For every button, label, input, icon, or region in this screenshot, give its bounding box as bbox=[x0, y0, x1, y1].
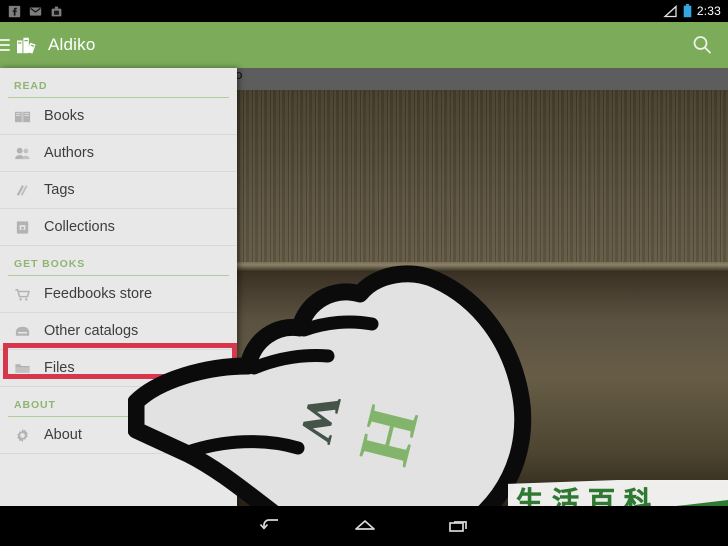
battery-icon bbox=[683, 4, 692, 18]
home-icon[interactable] bbox=[352, 515, 378, 537]
sidebar-item-label: About bbox=[44, 427, 82, 443]
sidebar-item-label: Tags bbox=[44, 182, 75, 198]
sidebar-item-collections[interactable]: Collections bbox=[0, 209, 237, 246]
briefcase-icon bbox=[51, 6, 62, 16]
sidebar-item-label: Files bbox=[44, 360, 75, 376]
sidebar-item-label: Books bbox=[44, 108, 85, 124]
section-divider bbox=[8, 97, 229, 98]
status-clock: 2:33 bbox=[696, 4, 721, 18]
gear-icon bbox=[17, 428, 28, 442]
sidebar-item-tags[interactable]: Tags bbox=[0, 172, 237, 209]
catalog-icon bbox=[15, 326, 30, 336]
back-icon[interactable] bbox=[258, 515, 284, 537]
status-bar: 2:33 bbox=[0, 0, 728, 22]
collections-icon bbox=[16, 220, 29, 234]
sidebar-item-books[interactable]: Books bbox=[0, 98, 237, 135]
signal-triangle-icon bbox=[663, 4, 677, 17]
status-system-icons: 2:33 bbox=[663, 4, 728, 18]
status-notifications bbox=[0, 5, 63, 18]
app-title: Aldiko bbox=[48, 35, 96, 54]
folder-icon bbox=[15, 363, 30, 373]
people-icon bbox=[15, 147, 30, 159]
android-nav-bar bbox=[0, 506, 728, 546]
sidebar-item-label: Collections bbox=[44, 219, 115, 235]
search-icon[interactable] bbox=[690, 33, 714, 57]
aldiko-books-logo-icon bbox=[17, 37, 36, 54]
book-icon bbox=[14, 111, 31, 122]
facebook-icon bbox=[8, 5, 21, 17]
sidebar-item-label: Other catalogs bbox=[44, 323, 139, 339]
drawer-section-header-read: READ bbox=[14, 80, 48, 92]
recents-icon[interactable] bbox=[447, 515, 473, 537]
gmail-icon bbox=[29, 6, 42, 16]
tags-icon bbox=[16, 184, 28, 196]
app-bar: Aldiko bbox=[0, 22, 728, 68]
screen: ED 2:33 bbox=[0, 0, 728, 546]
cart-icon bbox=[15, 288, 30, 301]
hamburger-icon[interactable] bbox=[0, 39, 10, 51]
sidebar-item-authors[interactable]: Authors bbox=[0, 135, 237, 172]
sidebar-item-label: Authors bbox=[44, 145, 94, 161]
